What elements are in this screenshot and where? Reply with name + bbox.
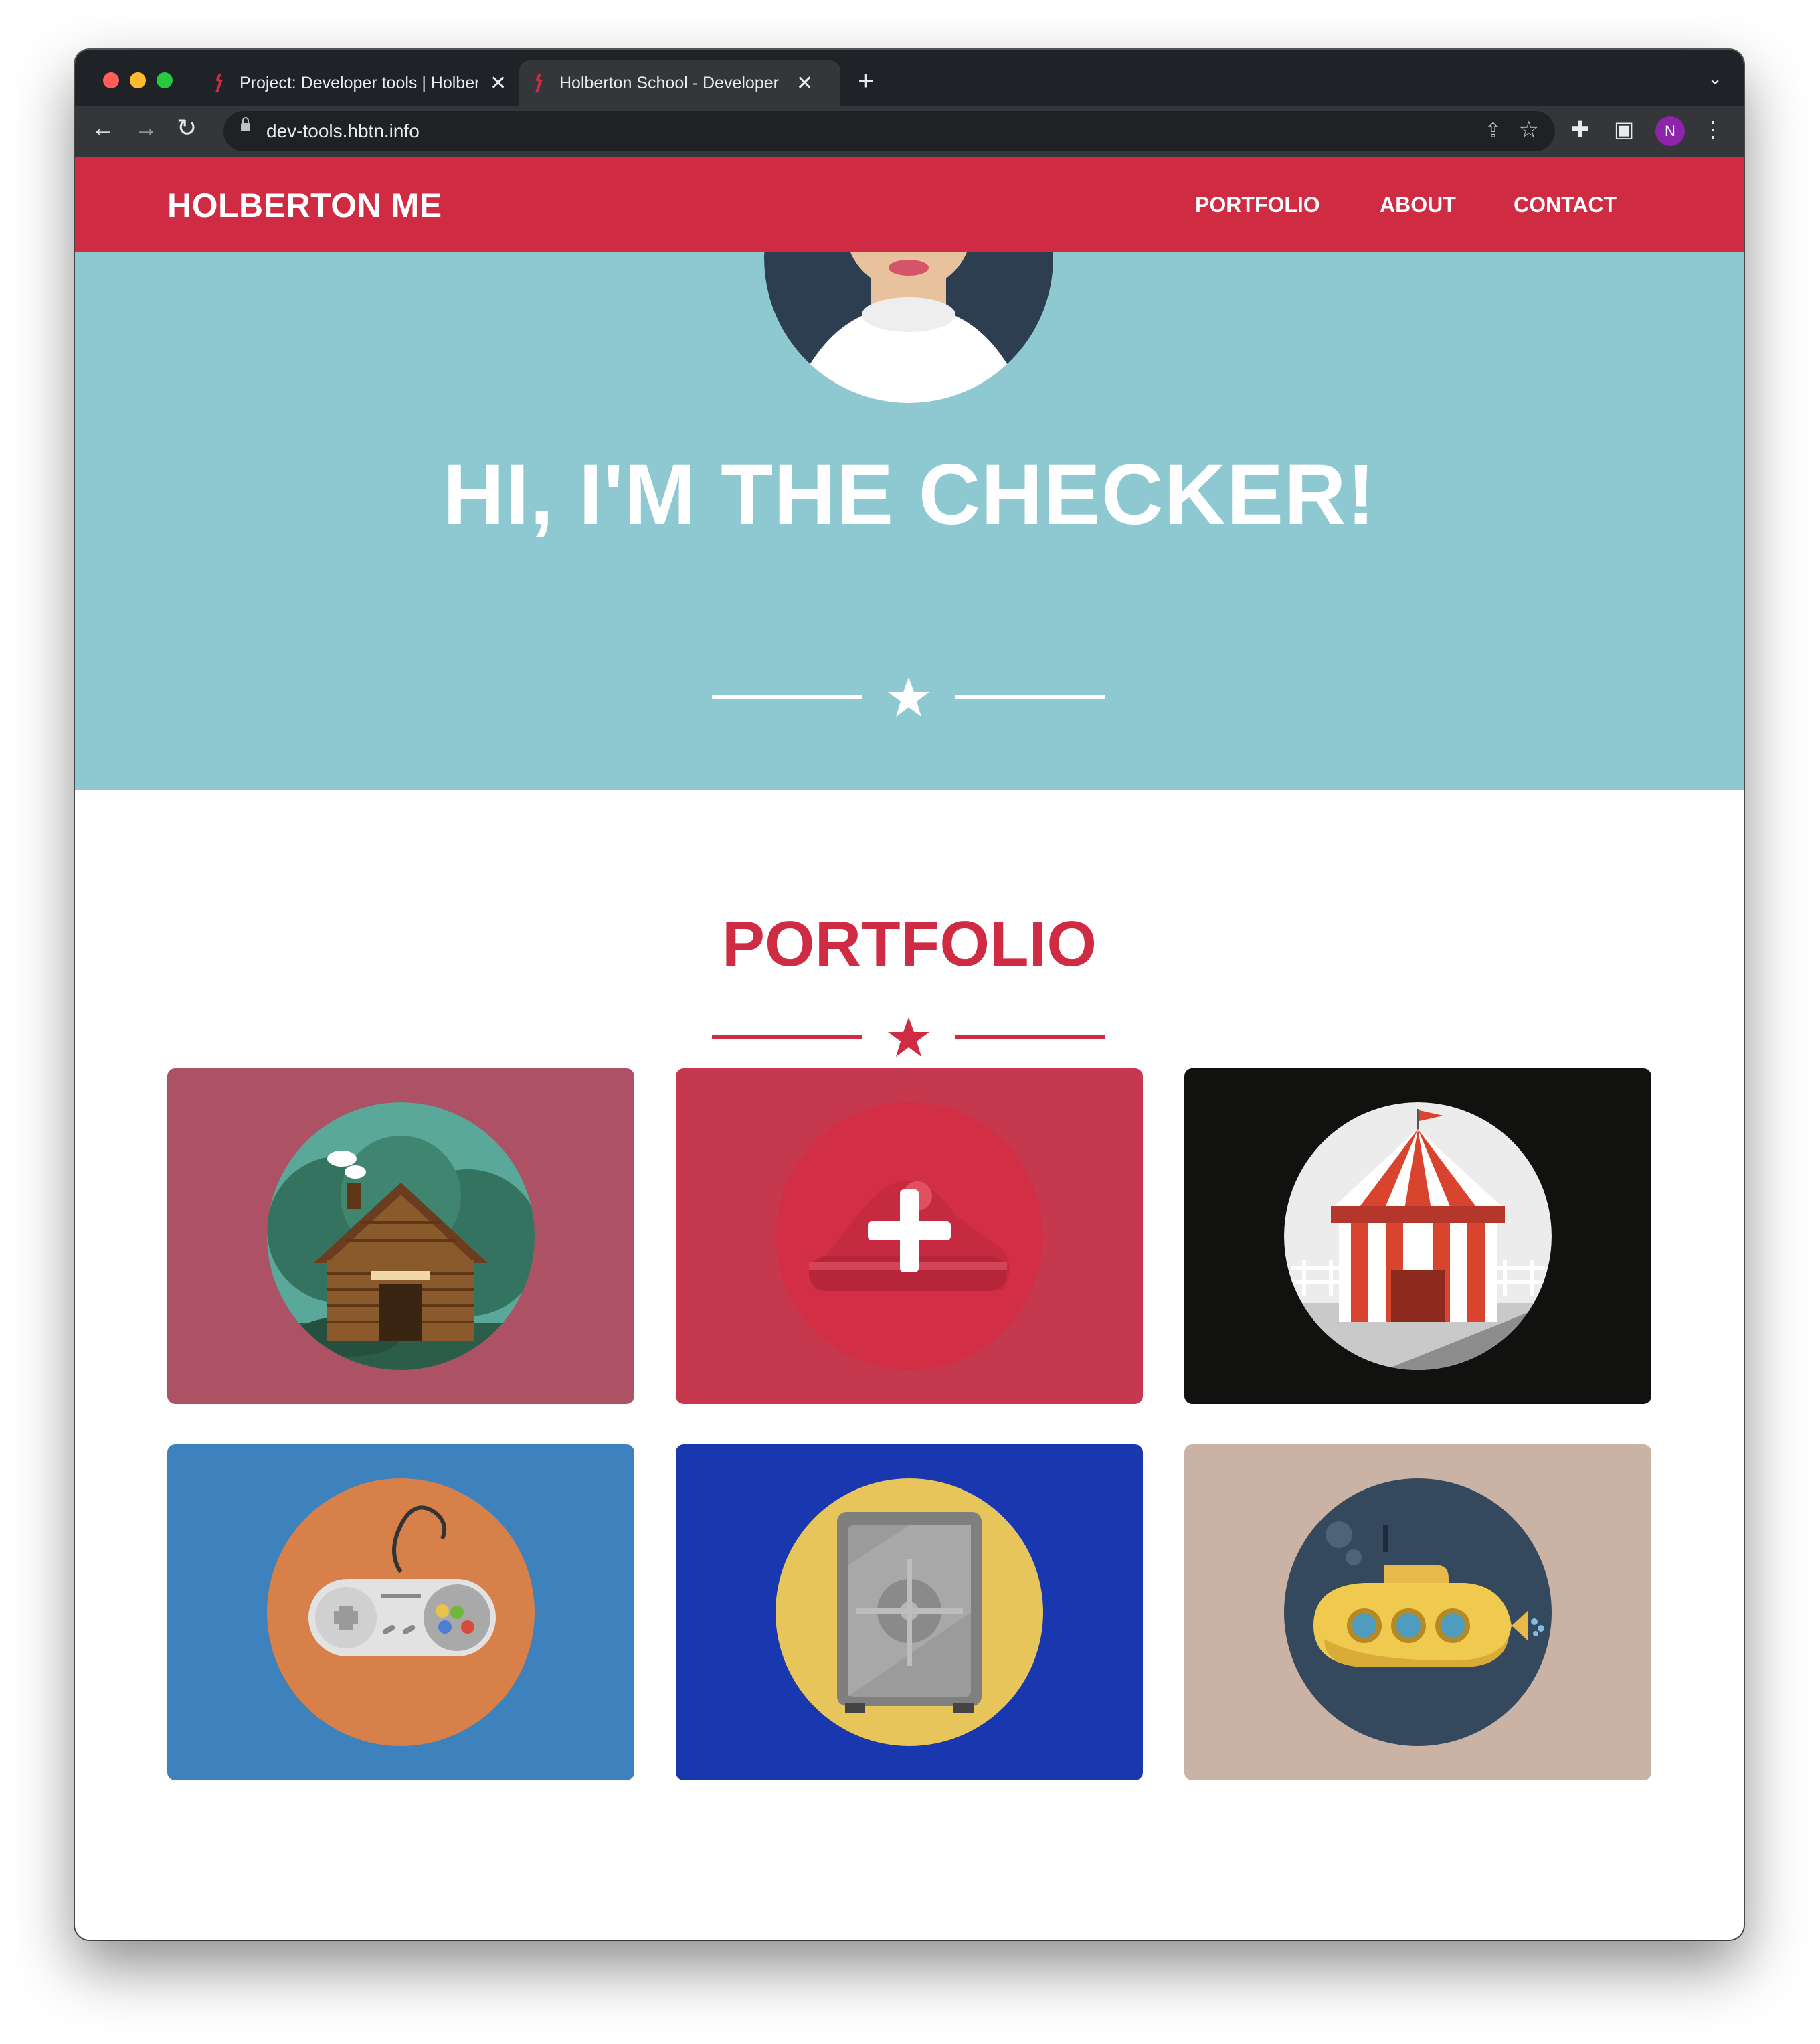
close-tab-icon[interactable]: ✕: [796, 72, 813, 95]
close-tab-icon[interactable]: ✕: [490, 72, 507, 95]
lock-icon: [241, 117, 250, 131]
reload-icon[interactable]: ↻: [177, 114, 197, 142]
close-window-button[interactable]: [103, 72, 119, 88]
back-arrow-icon[interactable]: ←: [91, 114, 115, 142]
kebab-menu-icon[interactable]: ⋮: [1702, 116, 1724, 142]
window-controls: [103, 72, 173, 88]
cabin-icon: [267, 1102, 535, 1370]
site-brand[interactable]: HOLBERTON ME: [167, 186, 442, 225]
bookmark-star-icon[interactable]: ☆: [1519, 116, 1539, 143]
browser-toolbar: ← → ↻ dev-tools.hbtn.info ⇪ ☆ ✚ ▣ N ⋮: [75, 106, 1744, 157]
tab-title: Project: Developer tools | Holberton Sch…: [240, 73, 478, 92]
game-controller-icon: [267, 1478, 535, 1746]
star-icon: [888, 1017, 929, 1057]
site-navbar: HOLBERTON ME PORTFOLIO ABOUT CONTACT: [75, 157, 1744, 252]
extensions-puzzle-icon[interactable]: ✚: [1571, 116, 1589, 142]
nav-link-contact[interactable]: CONTACT: [1514, 193, 1617, 218]
portfolio-item-controller[interactable]: [167, 1444, 634, 1780]
minimize-window-button[interactable]: [130, 72, 146, 88]
nav-link-about[interactable]: ABOUT: [1380, 193, 1456, 218]
safe-icon: [776, 1478, 1043, 1746]
holberton-favicon-icon: [534, 73, 545, 93]
tab-project-developer-tools[interactable]: Project: Developer tools | Holberton Sch…: [198, 60, 535, 106]
tab-holberton-developer-tools[interactable]: Holberton School - Developer tools ✕: [519, 60, 840, 106]
submarine-icon: [1284, 1478, 1552, 1746]
forward-arrow-icon[interactable]: →: [134, 114, 158, 142]
portfolio-item-circus[interactable]: [1184, 1068, 1651, 1404]
tab-title: Holberton School - Developer tools: [559, 73, 784, 92]
address-bar[interactable]: dev-tools.hbtn.info ⇪ ☆: [223, 111, 1555, 151]
portfolio-star-divider: [712, 1016, 1105, 1059]
circus-tent-icon: [1284, 1102, 1552, 1370]
page-viewport: HI, I'M THE CHECKER! HOLBERTON ME PORTFO…: [75, 157, 1744, 1940]
new-tab-button[interactable]: +: [858, 64, 875, 96]
profile-avatar[interactable]: N: [1655, 116, 1685, 146]
portfolio-item-submarine[interactable]: [1184, 1444, 1651, 1780]
star-icon: [888, 677, 929, 717]
cake-icon: [776, 1102, 1043, 1370]
portfolio-item-safe[interactable]: [676, 1444, 1143, 1780]
portfolio-title: PORTFOLIO: [722, 908, 1097, 980]
portfolio-item-cabin[interactable]: [167, 1068, 634, 1404]
chevron-down-icon[interactable]: ⌄: [1708, 68, 1722, 89]
tab-strip: Project: Developer tools | Holberton Sch…: [75, 50, 1744, 106]
holberton-favicon-icon: [214, 73, 225, 93]
nav-link-portfolio[interactable]: PORTFOLIO: [1195, 193, 1320, 218]
hero-star-divider: [712, 676, 1105, 719]
share-icon[interactable]: ⇪: [1485, 119, 1502, 143]
portfolio-item-cake[interactable]: [676, 1068, 1143, 1404]
address-url[interactable]: dev-tools.hbtn.info: [266, 120, 420, 142]
browser-window: Project: Developer tools | Holberton Sch…: [75, 50, 1744, 1940]
side-panel-icon[interactable]: ▣: [1614, 116, 1634, 142]
maximize-window-button[interactable]: [157, 72, 173, 88]
hero-title: HI, I'M THE CHECKER!: [442, 447, 1376, 543]
